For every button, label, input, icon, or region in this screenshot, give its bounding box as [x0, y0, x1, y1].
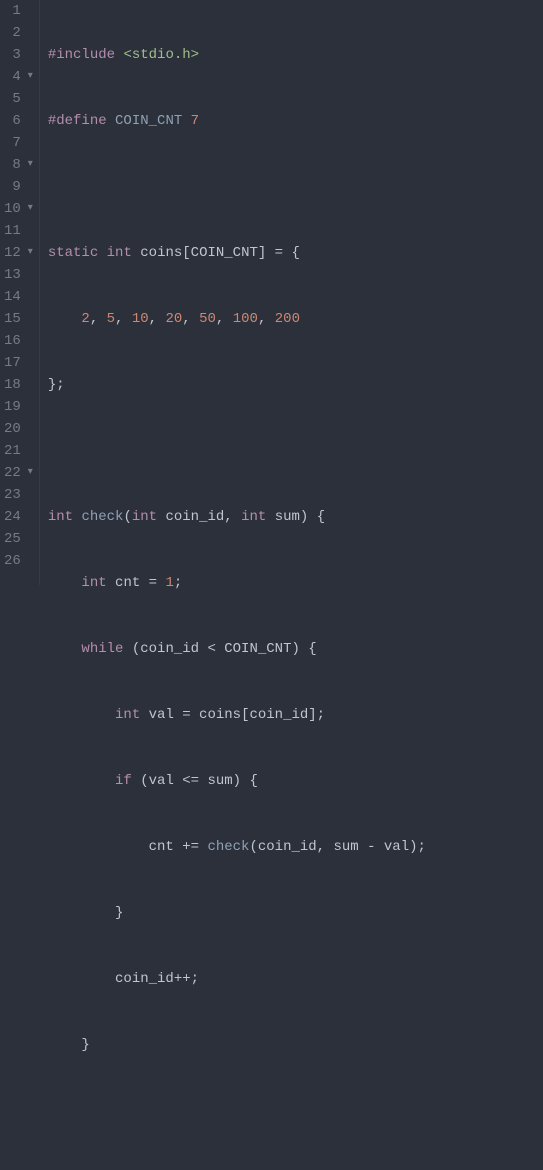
- line-number[interactable]: 14: [4, 286, 31, 308]
- code-line[interactable]: }: [48, 902, 426, 924]
- gutter: 1 2 3 4▾ 5 6 7 8▾ 9 10▾ 11 12▾ 13 14 15 …: [0, 0, 40, 585]
- line-number[interactable]: 24: [4, 506, 31, 528]
- code-line[interactable]: static int coins[COIN_CNT] = {: [48, 242, 426, 264]
- line-number[interactable]: 22▾: [4, 462, 31, 484]
- line-number[interactable]: 3: [4, 44, 31, 66]
- line-number[interactable]: 12▾: [4, 242, 31, 264]
- code-line[interactable]: int val = coins[coin_id];: [48, 704, 426, 726]
- code-line[interactable]: if (val <= sum) {: [48, 770, 426, 792]
- line-number[interactable]: 11: [4, 220, 31, 242]
- code-line[interactable]: };: [48, 374, 426, 396]
- line-number[interactable]: 13: [4, 264, 31, 286]
- code-line[interactable]: [48, 1100, 426, 1122]
- fold-icon[interactable]: ▾: [28, 66, 33, 88]
- code-area[interactable]: #include <stdio.h> #define COIN_CNT 7 st…: [40, 0, 426, 585]
- line-number[interactable]: 7: [4, 132, 31, 154]
- fold-icon[interactable]: ▾: [28, 154, 33, 176]
- line-number[interactable]: 4▾: [4, 66, 31, 88]
- code-line[interactable]: int check(int coin_id, int sum) {: [48, 506, 426, 528]
- code-line[interactable]: int cnt = 1;: [48, 572, 426, 594]
- line-number[interactable]: 15: [4, 308, 31, 330]
- code-line[interactable]: [48, 176, 426, 198]
- code-editor: 1 2 3 4▾ 5 6 7 8▾ 9 10▾ 11 12▾ 13 14 15 …: [0, 0, 543, 585]
- line-number[interactable]: 6: [4, 110, 31, 132]
- line-number[interactable]: 26: [4, 550, 31, 572]
- line-number[interactable]: 9: [4, 176, 31, 198]
- line-number[interactable]: 16: [4, 330, 31, 352]
- line-number[interactable]: 1: [4, 0, 31, 22]
- fold-icon[interactable]: ▾: [28, 462, 33, 484]
- line-number[interactable]: 20: [4, 418, 31, 440]
- code-line[interactable]: while (coin_id < COIN_CNT) {: [48, 638, 426, 660]
- line-number[interactable]: 23: [4, 484, 31, 506]
- code-line[interactable]: }: [48, 1034, 426, 1056]
- line-number[interactable]: 10▾: [4, 198, 31, 220]
- code-line[interactable]: cnt += check(coin_id, sum - val);: [48, 836, 426, 858]
- line-number[interactable]: 19: [4, 396, 31, 418]
- code-line[interactable]: #include <stdio.h>: [48, 44, 426, 66]
- code-line[interactable]: return cnt;: [48, 1166, 426, 1170]
- code-line[interactable]: coin_id++;: [48, 968, 426, 990]
- line-number[interactable]: 25: [4, 528, 31, 550]
- fold-icon[interactable]: ▾: [28, 198, 33, 220]
- line-number[interactable]: 21: [4, 440, 31, 462]
- line-number[interactable]: 8▾: [4, 154, 31, 176]
- fold-icon[interactable]: ▾: [28, 242, 33, 264]
- code-line[interactable]: #define COIN_CNT 7: [48, 110, 426, 132]
- line-number[interactable]: 18: [4, 374, 31, 396]
- code-line[interactable]: 2, 5, 10, 20, 50, 100, 200: [48, 308, 426, 330]
- line-number[interactable]: 17: [4, 352, 31, 374]
- line-number[interactable]: 2: [4, 22, 31, 44]
- line-number[interactable]: 5: [4, 88, 31, 110]
- code-line[interactable]: [48, 440, 426, 462]
